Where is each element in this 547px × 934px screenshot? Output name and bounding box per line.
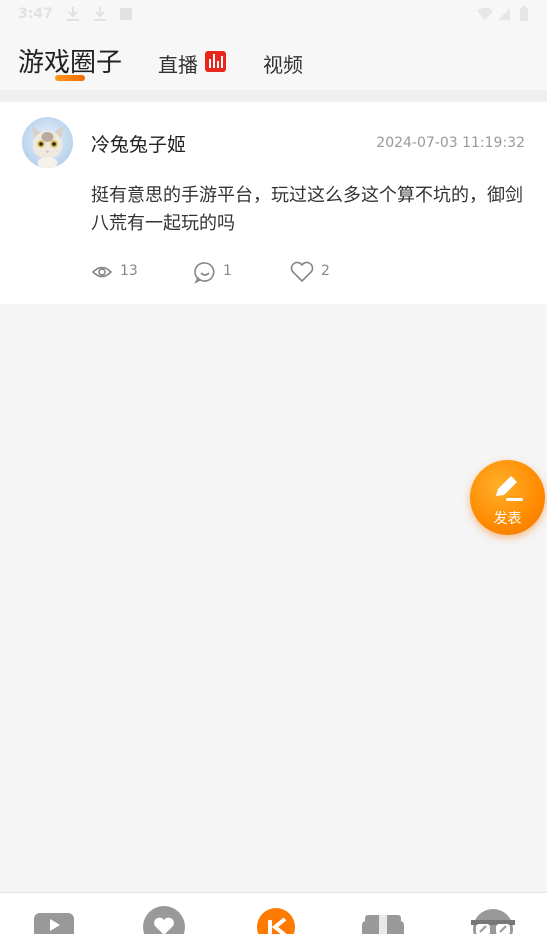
header-divider bbox=[0, 90, 547, 102]
header-tabs: 游戏圈子 直播 视频 bbox=[0, 30, 547, 90]
comment-icon bbox=[194, 262, 215, 284]
comments-count: 1 bbox=[223, 263, 232, 279]
live-bars-icon bbox=[205, 51, 226, 72]
status-bar: 3:47 bbox=[0, 0, 547, 30]
gift-icon bbox=[362, 915, 404, 934]
heart-outline-icon bbox=[290, 261, 314, 282]
nav-favorite[interactable] bbox=[142, 905, 188, 934]
nav-home[interactable] bbox=[252, 905, 298, 934]
pencil-icon bbox=[496, 476, 523, 501]
game-icon bbox=[34, 913, 74, 934]
tab-game-circle[interactable]: 游戏圈子 bbox=[18, 42, 122, 79]
circle-home-icon bbox=[257, 908, 295, 934]
notification-icon bbox=[120, 8, 132, 20]
avatar[interactable] bbox=[22, 117, 73, 168]
heart-icon bbox=[143, 906, 185, 934]
cat-avatar-icon bbox=[32, 126, 63, 168]
nav-profile[interactable] bbox=[470, 905, 516, 934]
nav-game[interactable] bbox=[32, 905, 78, 934]
post-content[interactable]: 挺有意思的手游平台，玩过这么多这个算不坑的，御剑八荒有一起玩的吗 bbox=[91, 182, 531, 238]
post-username[interactable]: 冷兔兔子姬 bbox=[91, 130, 186, 157]
publish-button[interactable]: 发表 bbox=[470, 460, 545, 535]
comments-stat[interactable]: 1 bbox=[194, 260, 244, 284]
download-icon bbox=[67, 7, 79, 21]
tab-live[interactable]: 直播 bbox=[158, 49, 198, 78]
battery-icon bbox=[520, 6, 528, 21]
tab-video[interactable]: 视频 bbox=[263, 49, 303, 78]
status-time: 3:47 bbox=[18, 6, 53, 22]
views-count: 13 bbox=[120, 263, 138, 279]
active-tab-indicator bbox=[55, 75, 85, 81]
download-icon bbox=[94, 7, 106, 21]
likes-stat[interactable]: 2 bbox=[289, 260, 339, 284]
sunglasses-icon bbox=[471, 909, 515, 934]
publish-label: 发表 bbox=[493, 511, 522, 527]
signal-icon bbox=[498, 8, 510, 20]
eye-icon bbox=[91, 266, 113, 278]
views-stat: 13 bbox=[91, 260, 151, 284]
post-card[interactable]: 冷兔兔子姬 2024-07-03 11:19:32 挺有意思的手游平台，玩过这么… bbox=[0, 102, 547, 304]
post-timestamp: 2024-07-03 11:19:32 bbox=[376, 135, 525, 151]
nav-gift[interactable] bbox=[360, 905, 406, 934]
wifi-icon bbox=[477, 7, 493, 20]
likes-count: 2 bbox=[321, 263, 330, 279]
bottom-nav bbox=[0, 892, 547, 934]
